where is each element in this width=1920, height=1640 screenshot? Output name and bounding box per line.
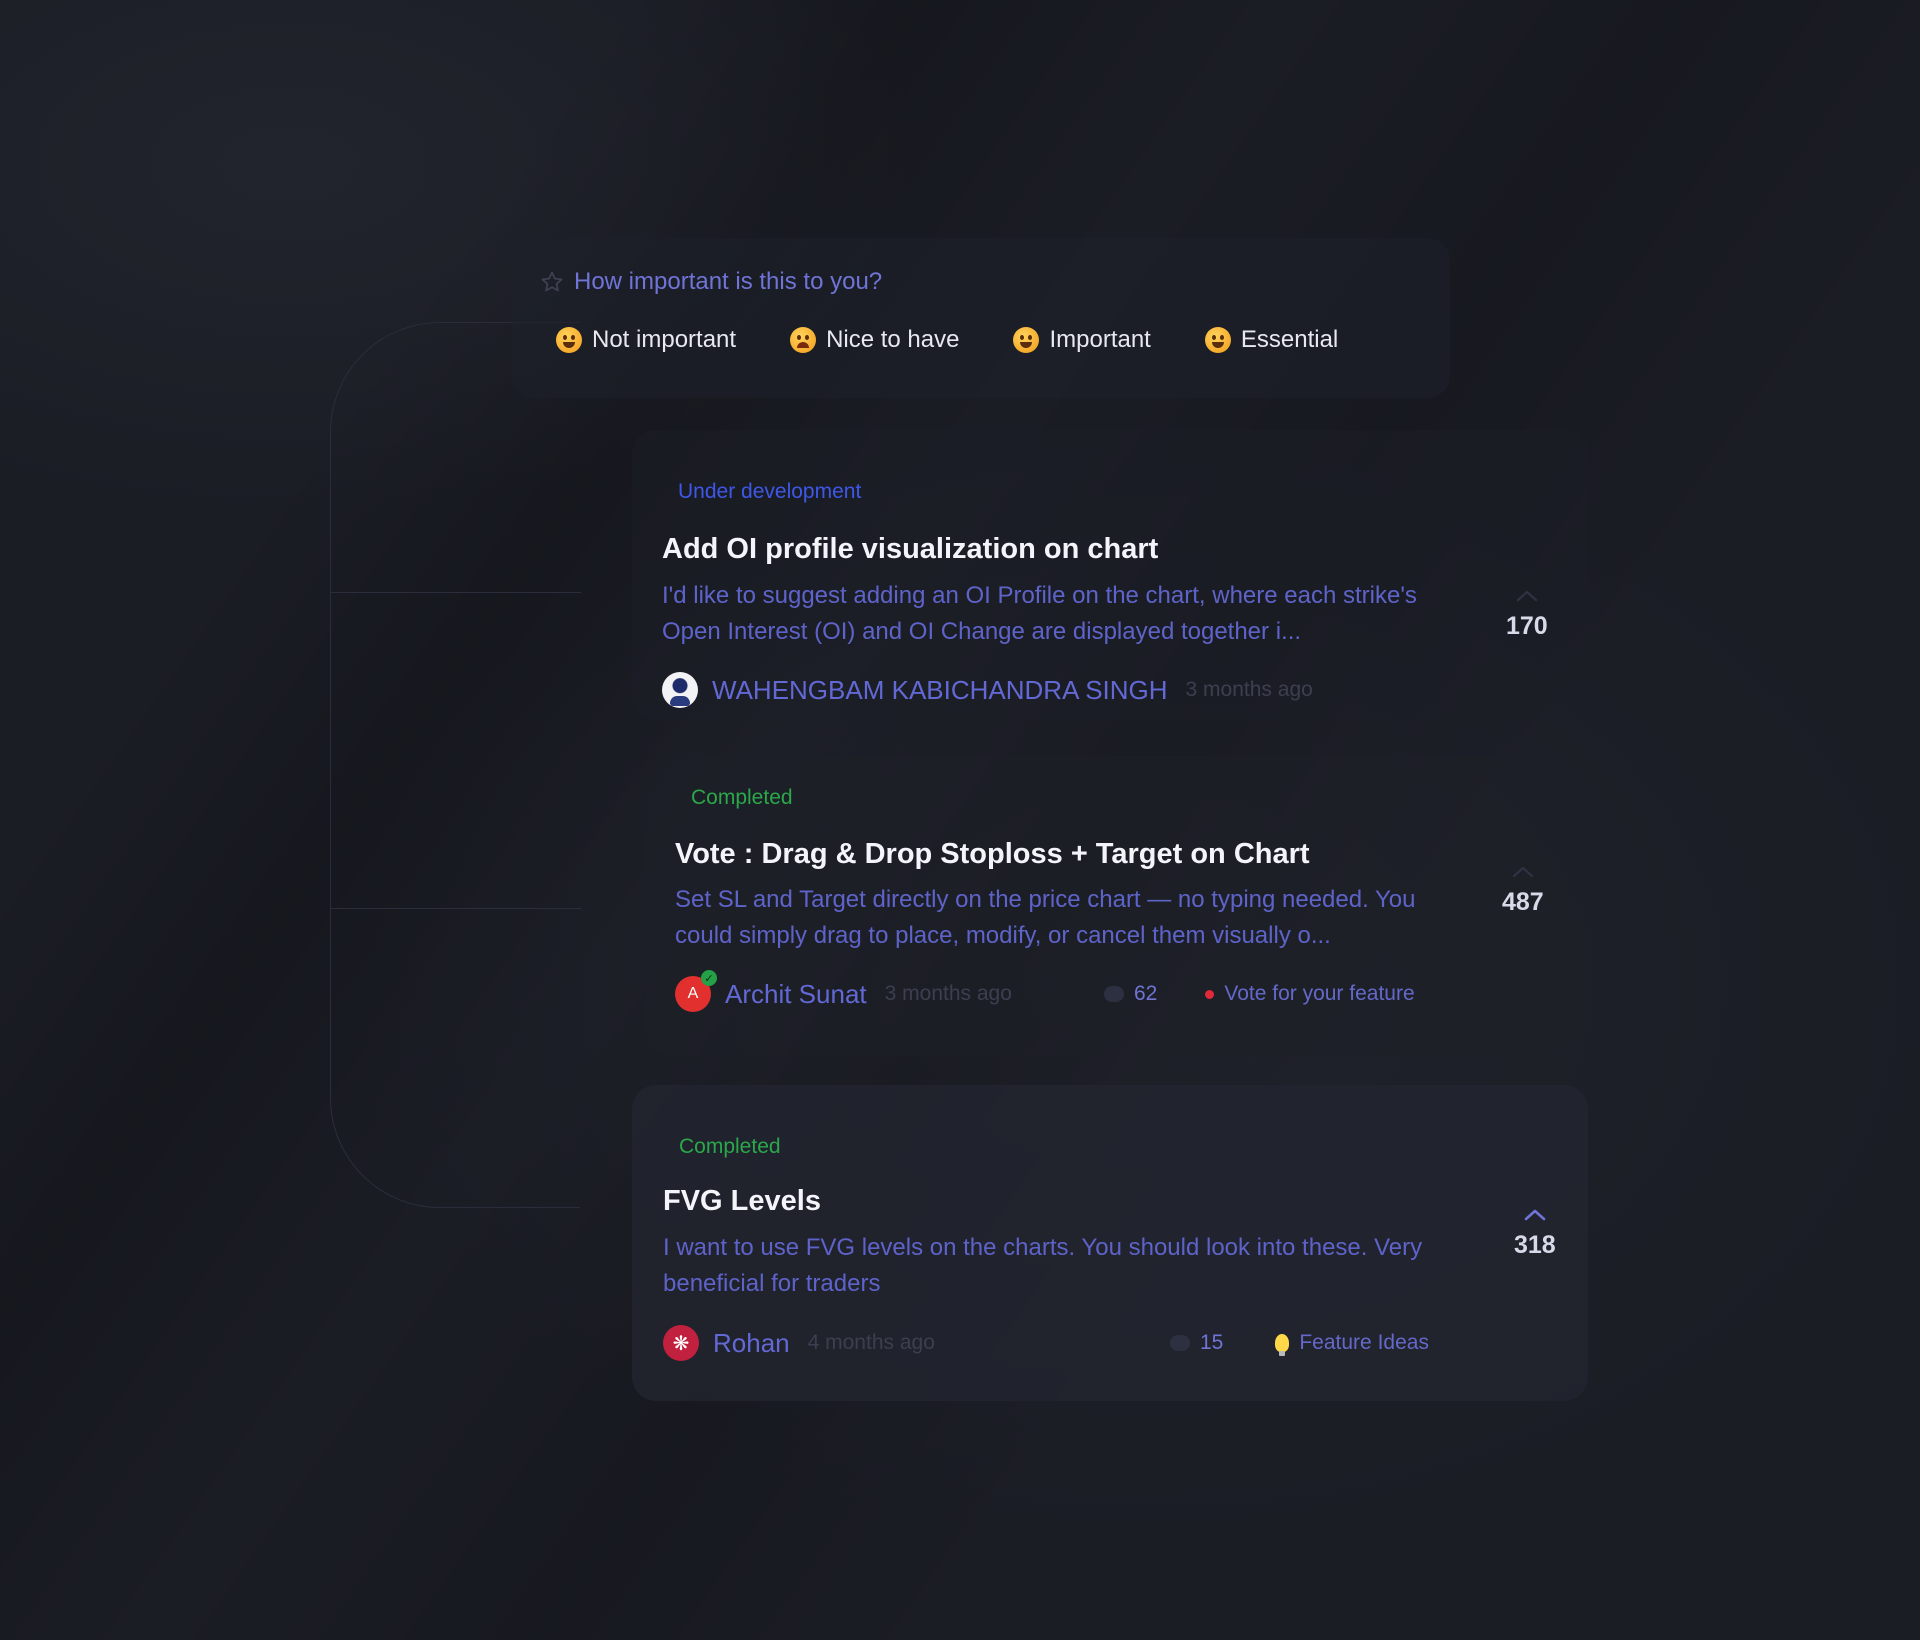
post-time: 3 months ago [1185,678,1313,701]
smile-emoji-icon [1013,327,1040,353]
author-row: ❋ Rohan 4 months ago [663,1325,935,1361]
vote-count: 318 [1514,1231,1556,1259]
post-title[interactable]: Add OI profile visualization on chart [662,533,1158,566]
star-icon [541,271,563,292]
avatar-initial: A [687,985,699,1002]
connector-branch [331,592,581,593]
vote-count: 170 [1506,612,1548,640]
author-name[interactable]: Archit Sunat [725,979,867,1010]
post-description: I want to use FVG levels on the charts. … [663,1234,1423,1297]
avatar [662,672,698,708]
importance-title: How important is this to you? [574,268,883,295]
comment-count[interactable]: 15 [1200,1331,1223,1355]
chevron-up-icon [1524,1209,1546,1221]
author-name[interactable]: Rohan [713,1328,790,1359]
status-badge: Completed [691,786,793,809]
lightbulb-icon [1275,1334,1290,1356]
chevron-up-icon [1512,866,1533,878]
option-label: Important [1049,326,1151,353]
post-card[interactable]: Completed FVG Levels I want to use FVG l… [632,1085,1588,1401]
grimace-emoji-icon [556,327,582,353]
category-dot-icon [1205,989,1215,999]
importance-heading: How important is this to you? [540,268,882,296]
option-label: Nice to have [826,326,960,353]
chevron-up-icon [1516,590,1537,602]
comment-icon [1104,986,1124,1002]
author-row: A ✓ Archit Sunat 3 months ago [675,970,1012,1012]
post-time: 3 months ago [884,982,1012,1005]
vote-count: 487 [1502,888,1544,916]
star-struck-emoji-icon [1204,327,1231,353]
connector-branch [331,908,581,909]
author-row: WAHENGBAM KABICHANDRA SINGH 3 months ago [662,672,1313,708]
post-time: 4 months ago [807,1331,935,1354]
category-label[interactable]: Feature Ideas [1299,1331,1429,1355]
thread-connector [330,322,580,1208]
post-description: Set SL and Target directly on the price … [675,886,1416,949]
upvote-button[interactable]: 170 [1506,588,1548,641]
option-label: Not important [592,326,737,353]
option-nice-to-have[interactable]: Nice to have [790,326,959,354]
post-meta: 15 Feature Ideas [1170,1331,1429,1356]
importance-panel: How important is this to you? Not import… [512,238,1450,398]
option-essential[interactable]: Essential [1204,326,1339,354]
category-label[interactable]: Vote for your feature [1224,982,1414,1006]
comment-icon [1170,1335,1190,1351]
post-description: I'd like to suggest adding an OI Profile… [662,582,1417,645]
post-meta: 62 Vote for your feature [1104,982,1415,1006]
status-badge: Completed [679,1135,781,1158]
author-name[interactable]: WAHENGBAM KABICHANDRA SINGH [712,675,1168,706]
option-important[interactable]: Important [1013,326,1151,354]
post-card[interactable]: Under development Add OI profile visuali… [632,430,1588,720]
option-not-important[interactable]: Not important [556,326,736,354]
status-badge: Under development [678,480,862,503]
option-label: Essential [1240,326,1339,353]
avatar: A ✓ [675,970,717,1012]
post-title[interactable]: Vote : Drag & Drop Stoploss + Target on … [675,838,1310,871]
pouting-emoji-icon [790,327,817,353]
avatar: ❋ [663,1325,699,1361]
upvote-button[interactable]: 318 [1514,1207,1556,1260]
upvote-button[interactable]: 487 [1502,864,1544,917]
post-title[interactable]: FVG Levels [663,1185,821,1218]
post-card[interactable]: Completed Vote : Drag & Drop Stoploss + … [646,756,1578,1056]
comment-count[interactable]: 62 [1134,982,1157,1006]
verified-check-icon: ✓ [701,970,717,986]
importance-options: Not important Nice to have Important Ess… [556,326,1338,354]
